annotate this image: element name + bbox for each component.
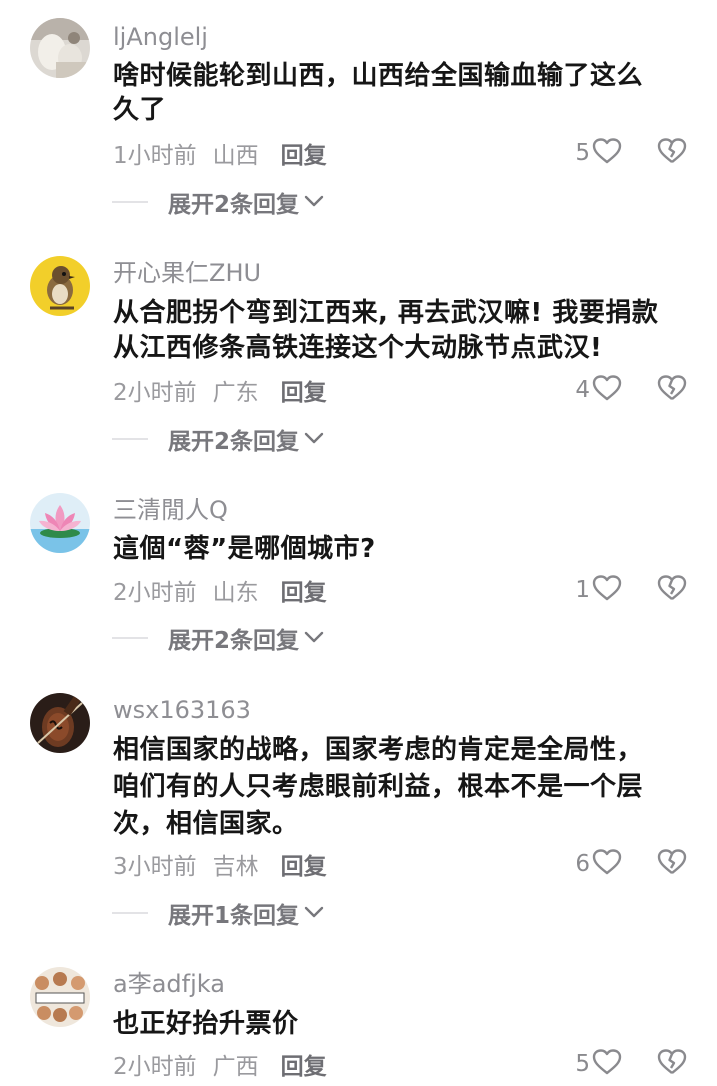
timestamp: 3小时前 — [113, 854, 197, 880]
reply-button[interactable]: 回复 — [281, 1047, 327, 1081]
avatar[interactable] — [30, 256, 90, 316]
broken-heart-icon — [657, 574, 687, 606]
avatar[interactable] — [30, 18, 90, 78]
username[interactable]: 三清閒人Q — [113, 495, 228, 525]
avatar[interactable] — [30, 693, 90, 753]
comment-meta: 3小时前 吉林 回复 — [113, 848, 327, 880]
expand-replies-button[interactable]: 展开2条回复 — [112, 423, 325, 455]
comment-text-line: 次，相信国家。 — [113, 809, 299, 839]
sparrow-avatar-icon — [30, 256, 90, 316]
expand-replies-label: 展开2条回复 — [168, 628, 300, 654]
divider — [112, 201, 148, 203]
username[interactable]: 开心果仁ZHU — [113, 258, 261, 288]
like-button[interactable]: 6 — [572, 848, 622, 880]
like-count: 5 — [575, 1051, 590, 1077]
expand-replies-label: 展开2条回复 — [168, 192, 300, 218]
location: 广东 — [212, 380, 259, 406]
comment-meta: 1小时前 山西 回复 — [113, 137, 327, 169]
broken-heart-icon — [657, 1048, 687, 1080]
comment-meta: 2小时前 广西 回复 — [113, 1048, 327, 1080]
heart-icon — [592, 137, 622, 169]
dislike-button[interactable] — [657, 374, 687, 406]
heart-icon — [592, 1048, 622, 1080]
timestamp: 2小时前 — [113, 580, 197, 606]
broken-heart-icon — [657, 374, 687, 406]
heart-icon — [592, 848, 622, 880]
comment-text-line: 相信国家的战略，国家考虑的肯定是全局性， — [113, 735, 644, 765]
location: 山西 — [212, 143, 259, 169]
lotus-avatar-icon — [30, 493, 90, 553]
photo-avatar-icon — [30, 18, 90, 78]
like-count: 4 — [575, 377, 590, 403]
dislike-button[interactable] — [657, 848, 687, 880]
violin-avatar-icon — [30, 693, 90, 753]
username[interactable]: wsx163163 — [113, 695, 251, 725]
divider — [112, 438, 148, 440]
like-count: 1 — [575, 577, 590, 603]
chevron-down-icon — [303, 430, 325, 449]
divider — [112, 637, 148, 639]
broken-heart-icon — [657, 848, 687, 880]
username[interactable]: a李adfjka — [113, 969, 225, 999]
comment-text-line: 从江西修条高铁连接这个大动脉节点武汉! — [113, 333, 603, 363]
comment-text-line: 从合肥拐个弯到江西来, 再去武汉嘛! 我要捐款 — [113, 298, 659, 328]
reply-button[interactable]: 回复 — [281, 573, 327, 607]
dislike-button[interactable] — [657, 574, 687, 606]
expand-replies-button[interactable]: 展开2条回复 — [112, 622, 325, 654]
avatar[interactable] — [30, 967, 90, 1027]
comment-meta: 2小时前 山东 回复 — [113, 574, 327, 606]
like-button[interactable]: 1 — [572, 574, 622, 606]
expand-replies-label: 展开1条回复 — [168, 903, 300, 929]
broken-heart-icon — [657, 137, 687, 169]
group-photo-avatar-icon — [30, 967, 90, 1027]
like-button[interactable]: 4 — [572, 374, 622, 406]
chevron-down-icon — [303, 904, 325, 923]
timestamp: 1小时前 — [113, 143, 197, 169]
like-button[interactable]: 5 — [572, 1048, 622, 1080]
like-count: 5 — [575, 140, 590, 166]
comment-meta: 2小时前 广东 回复 — [113, 374, 327, 406]
timestamp: 2小时前 — [113, 380, 197, 406]
expand-replies-button[interactable]: 展开2条回复 — [112, 186, 325, 218]
divider — [112, 912, 148, 914]
comment-text-line: 咱们有的人只考虑眼前利益，根本不是一个层 — [113, 772, 644, 802]
location: 山东 — [212, 580, 259, 606]
like-count: 6 — [575, 851, 590, 877]
location: 广西 — [212, 1054, 259, 1080]
location: 吉林 — [212, 854, 259, 880]
reply-button[interactable]: 回复 — [281, 847, 327, 881]
expand-replies-button[interactable]: 展开1条回复 — [112, 897, 325, 929]
timestamp: 2小时前 — [113, 1054, 197, 1080]
dislike-button[interactable] — [657, 137, 687, 169]
chevron-down-icon — [303, 193, 325, 212]
heart-icon — [592, 574, 622, 606]
dislike-button[interactable] — [657, 1048, 687, 1080]
comment-text-line: 這個“蓉”是哪個城市? — [113, 534, 376, 564]
username[interactable]: ljAnglelj — [113, 22, 208, 52]
reply-button[interactable]: 回复 — [281, 373, 327, 407]
comment-text-line: 也正好抬升票价 — [113, 1009, 299, 1039]
expand-replies-label: 展开2条回复 — [168, 429, 300, 455]
avatar[interactable] — [30, 493, 90, 553]
comment-text-line: 久了 — [113, 95, 167, 125]
comment-text-line: 啥时候能轮到山西，山西给全国输血输了这么 — [113, 61, 644, 91]
like-button[interactable]: 5 — [572, 137, 622, 169]
chevron-down-icon — [303, 629, 325, 648]
reply-button[interactable]: 回复 — [281, 136, 327, 170]
heart-icon — [592, 374, 622, 406]
